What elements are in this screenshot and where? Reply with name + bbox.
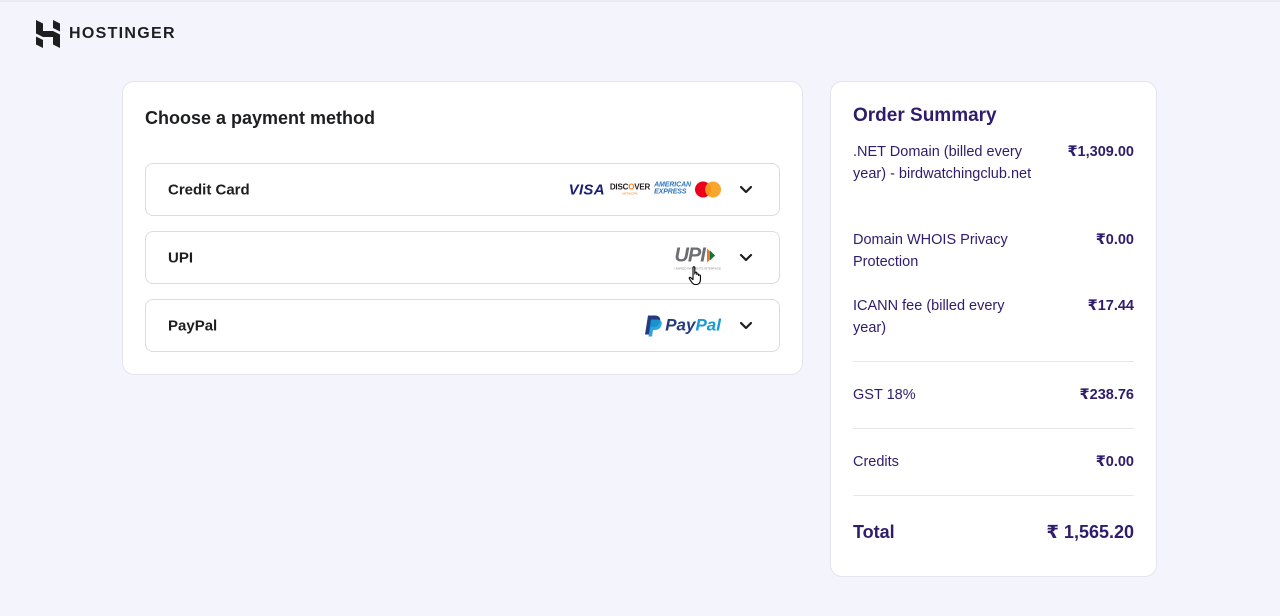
hand-cursor-icon — [688, 266, 701, 286]
payment-option-credit-card[interactable]: Credit Card VISA DISCOVER NETWORK AMERIC… — [145, 163, 780, 216]
paypal-icon — [645, 315, 662, 336]
line-item-price: ₹1,309.00 — [1067, 144, 1134, 160]
chevron-down-icon — [739, 185, 753, 193]
visa-logo: VISA — [568, 181, 605, 198]
paypal-logo: PayPal — [644, 315, 721, 336]
line-item-label: .NET Domain (billed every year) - birdwa… — [853, 144, 1032, 182]
payment-method-card: Choose a payment method Credit Card VISA… — [122, 81, 803, 375]
american-express-logo: AMERICAN EXPRESS — [654, 181, 691, 196]
summary-line-item: .NET Domain (billed every year) - birdwa… — [853, 141, 1134, 185]
payment-option-label: PayPal — [168, 317, 218, 334]
line-item-price: ₹0.00 — [1095, 454, 1134, 470]
line-item-label: ICANN fee (billed every year) — [853, 298, 1005, 336]
line-item-price: ₹238.76 — [1079, 387, 1134, 403]
line-item-label: Credits — [853, 454, 899, 470]
chevron-down-icon — [739, 253, 753, 261]
chevron-down-icon — [739, 321, 753, 329]
total-label: Total — [853, 522, 895, 542]
summary-divider — [853, 495, 1134, 496]
line-item-label: GST 18% — [853, 387, 916, 403]
payment-option-upi[interactable]: UPI UPI UNIFIED PAYMENTS INTERFACE — [145, 231, 780, 284]
summary-line-item: ICANN fee (billed every year) ₹17.44 — [853, 295, 1134, 339]
discover-logo: DISCOVER NETWORK — [609, 182, 651, 196]
line-item-label: Domain WHOIS Privacy Protection — [853, 232, 1008, 270]
line-item-price: ₹17.44 — [1087, 298, 1134, 314]
summary-line-item: Credits ₹0.00 — [853, 451, 1134, 473]
top-border — [0, 0, 1280, 2]
summary-divider — [853, 428, 1134, 429]
mastercard-logo — [695, 181, 721, 198]
hostinger-logo-icon — [36, 20, 60, 48]
brand-name: HOSTINGER — [69, 25, 176, 42]
summary-line-item: Domain WHOIS Privacy Protection ₹0.00 — [853, 229, 1134, 273]
line-item-price: ₹0.00 — [1095, 232, 1134, 248]
summary-line-item: GST 18% ₹238.76 — [853, 384, 1134, 406]
order-summary-title: Order Summary — [853, 105, 997, 126]
total-value: ₹ 1,565.20 — [1046, 522, 1134, 542]
order-summary-card: Order Summary .NET Domain (billed every … — [830, 81, 1157, 577]
summary-divider — [853, 361, 1134, 362]
card-logos: VISA DISCOVER NETWORK AMERICAN EXPRESS — [569, 181, 721, 198]
upi-arrow-icon — [706, 248, 715, 262]
payment-option-paypal[interactable]: PayPal PayPal — [145, 299, 780, 352]
payment-option-label: UPI — [168, 249, 194, 266]
payment-option-label: Credit Card — [168, 181, 250, 198]
payment-title: Choose a payment method — [145, 108, 376, 128]
hostinger-logo[interactable]: HOSTINGER — [36, 20, 176, 48]
